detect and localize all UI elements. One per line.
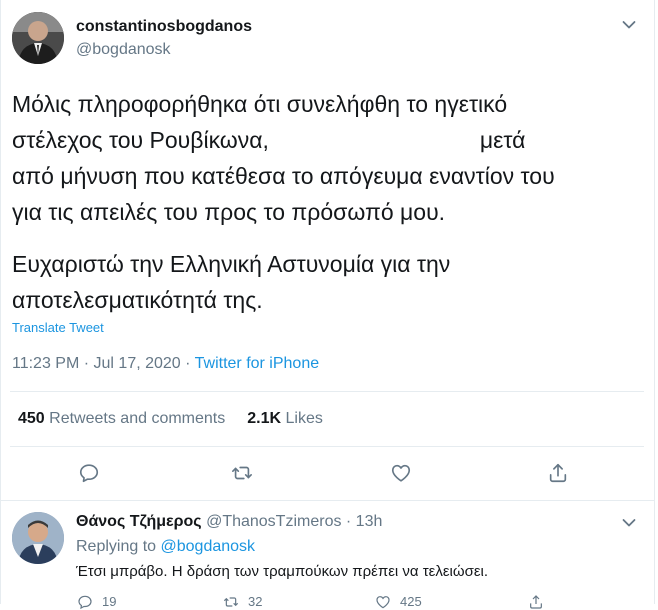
author-avatar-image: [12, 12, 64, 64]
share-icon[interactable]: [547, 462, 569, 484]
reply-author-name[interactable]: Θάνος Τζήμερος: [76, 513, 202, 530]
replying-to-link[interactable]: @bogdanosk: [161, 538, 256, 555]
reply-avatar-image: [12, 512, 64, 564]
retweet-icon[interactable]: [231, 462, 253, 484]
reply-share-action[interactable]: [527, 594, 545, 609]
divider: [10, 446, 644, 447]
author-avatar[interactable]: [12, 12, 64, 64]
reply-reply-count: 19: [102, 594, 117, 609]
heart-icon[interactable]: [390, 462, 412, 484]
reply-author-avatar[interactable]: [12, 512, 64, 564]
tweet-timestamp[interactable]: 11:23 PM · Jul 17, 2020 ·: [12, 355, 195, 372]
reply-like-count: 425: [400, 594, 422, 609]
author-display-name[interactable]: constantinosbogdanos: [76, 18, 252, 36]
reply-icon[interactable]: [78, 462, 100, 484]
tweet-metadata: 11:23 PM · Jul 17, 2020 · Twitter for iP…: [12, 355, 319, 373]
reply-text: Έτσι μπράβο. Η δράση των τραμπούκων πρέπ…: [76, 563, 489, 580]
replying-prefix: Replying to: [76, 538, 161, 555]
frame-border-left: [0, 0, 1, 604]
translate-tweet-link[interactable]: Translate Tweet: [12, 320, 104, 335]
tweet-text-line: Μόλις πληροφορήθηκα ότι συνελήφθη το ηγε…: [12, 91, 508, 117]
chevron-down-icon[interactable]: [622, 20, 636, 30]
reply-like-action[interactable]: 425: [374, 594, 422, 609]
frame-border-right: [654, 0, 655, 604]
retweets-stat[interactable]: 450 Retweets and comments: [18, 410, 225, 427]
reply-retweet-count: 32: [248, 594, 263, 609]
likes-stat[interactable]: 2.1K Likes: [247, 410, 323, 427]
tweet-stats: 450 Retweets and comments 2.1K Likes: [18, 410, 323, 428]
tweet-text-line: αποτελεσματικότητά της.: [12, 287, 263, 313]
divider: [0, 500, 654, 501]
reply-handle-time[interactable]: @ThanosTzimeros · 13h: [202, 513, 382, 530]
tweet-source-link[interactable]: Twitter for iPhone: [195, 355, 320, 372]
heart-icon: [376, 596, 390, 609]
reply-icon: [78, 595, 92, 610]
reply-header: Θάνος Τζήμερος @ThanosTzimeros · 13h: [76, 513, 382, 531]
retweets-count: 450: [18, 410, 45, 427]
chevron-down-icon[interactable]: [622, 518, 636, 528]
divider: [10, 391, 644, 392]
reply-reply-action[interactable]: 19: [76, 594, 117, 610]
retweets-label: Retweets and comments: [49, 410, 226, 427]
tweet-text-line: από μήνυση που κατέθεσα το απόγευμα εναν…: [12, 163, 555, 189]
author-handle[interactable]: @bogdanosk: [76, 41, 171, 59]
tweet-text: Μόλις πληροφορήθηκα ότι συνελήφθη το ηγε…: [12, 86, 642, 318]
share-icon: [530, 595, 542, 609]
likes-count: 2.1K: [247, 410, 282, 427]
tweet-text-line: για τις απειλές του προς το πρόσωπό μου.: [12, 199, 446, 225]
retweet-icon: [223, 597, 239, 607]
reply-retweet-action[interactable]: 32: [222, 594, 263, 609]
tweet-text-line: Ευχαριστώ την Ελληνική Αστυνομία για την: [12, 251, 451, 277]
likes-label: Likes: [285, 410, 323, 427]
tweet-text-line: στέλεχος του Ρουβίκωνα, μετά: [12, 127, 526, 153]
replying-to: Replying to @bogdanosk: [76, 538, 255, 556]
